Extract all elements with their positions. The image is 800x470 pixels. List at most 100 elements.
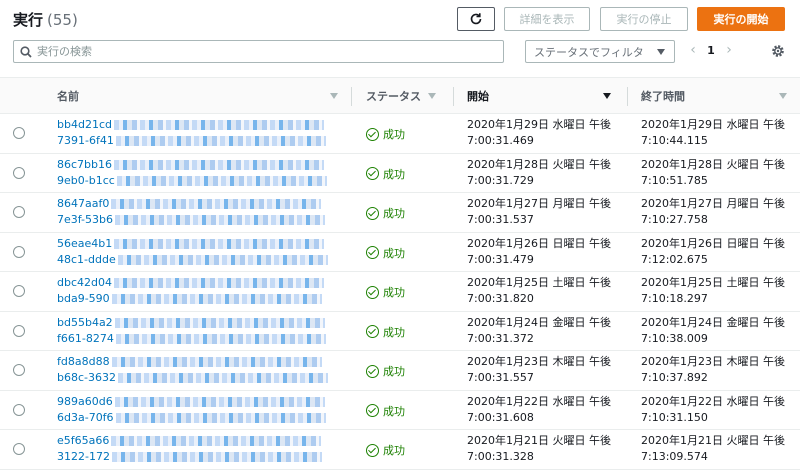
- end-time: 2020年1月23日 木曜日 午後 7:10:37.892: [641, 354, 785, 386]
- end-time: 2020年1月22日 水曜日 午後 7:10:31.150: [641, 394, 785, 426]
- start-clock: 7:00:31.372: [467, 331, 534, 345]
- redacted-text: [111, 357, 322, 367]
- status-badge: 成功: [366, 245, 405, 261]
- start-clock: 7:00:31.557: [467, 371, 534, 384]
- end-clock: 7:10:27.758: [641, 213, 708, 226]
- execution-name-link[interactable]: 989a60d6 6d3a-70f6: [57, 394, 337, 426]
- redacted-text: [114, 278, 324, 288]
- table-row[interactable]: 86c7bb16 9eb0-b1cc 成功 2020年1月28日 火曜日 午後 7:00…: [0, 154, 800, 193]
- row-select-radio[interactable]: [13, 206, 25, 218]
- column-header-name[interactable]: 名前: [57, 78, 350, 114]
- row-select-radio[interactable]: [13, 403, 25, 416]
- end-date: 2020年1月27日 月曜日 午後: [641, 197, 785, 210]
- end-clock: 7:12:02.675: [641, 252, 708, 266]
- execution-name-line1: dbc42d04: [57, 276, 112, 289]
- column-header-end[interactable]: 終了時間: [641, 78, 796, 114]
- check-circle-icon: [366, 325, 379, 338]
- start-clock: 7:00:31.328: [467, 450, 534, 463]
- check-circle-icon: [366, 246, 379, 259]
- table-row[interactable]: dbc42d04 bda9-590 成功 2020年1月25日 土曜日 午後 7:00:…: [0, 272, 800, 312]
- start-clock: 7:00:31.479: [467, 252, 534, 266]
- execution-name-link[interactable]: 8647aaf0 7e3f-53b6: [57, 196, 337, 228]
- check-circle-icon: [366, 404, 379, 417]
- column-status-label: ステータス: [366, 90, 421, 103]
- redacted-text: [114, 159, 325, 170]
- status-text: 成功: [383, 207, 405, 220]
- execution-name-line1: 989a60d6: [57, 394, 113, 408]
- row-select-radio[interactable]: [13, 127, 25, 139]
- end-date: 2020年1月25日 土曜日 午後: [641, 276, 785, 289]
- execution-name-link[interactable]: bd55b4a2 f661-8274: [57, 315, 337, 347]
- start-clock: 7:00:31.820: [467, 292, 534, 305]
- check-circle-icon: [366, 364, 379, 378]
- executions-table: 名前 ステータス 開始 終了時間 bb4d21cd 7391-6f41 成功 2020…: [0, 77, 800, 470]
- next-page-icon[interactable]: ›: [720, 42, 738, 58]
- execution-name-link[interactable]: 56eae4b1 48c1-ddde: [57, 236, 337, 268]
- sort-caret-active-icon: [603, 93, 611, 99]
- execution-name-line1: e5f65a66: [57, 434, 110, 447]
- row-select-radio[interactable]: [13, 443, 25, 455]
- refresh-button[interactable]: [457, 7, 495, 31]
- page-title: 実行 (55): [13, 9, 78, 30]
- column-divider: [351, 87, 352, 106]
- prev-page-icon[interactable]: ‹: [684, 42, 702, 58]
- search-box[interactable]: [13, 40, 504, 63]
- table-row[interactable]: e5f65a66 3122-172 成功 2020年1月21日 火曜日 午後 7:00:…: [0, 430, 800, 470]
- status-filter-select[interactable]: ステータスでフィルタ: [525, 40, 675, 63]
- end-date: 2020年1月24日 金曜日 午後: [641, 315, 785, 329]
- execution-name-line2: b68c-3632: [57, 371, 116, 384]
- table-row[interactable]: bb4d21cd 7391-6f41 成功 2020年1月29日 水曜日 午後 7:00…: [0, 114, 800, 154]
- stop-execution-button[interactable]: 実行の停止: [600, 7, 688, 31]
- row-select-radio[interactable]: [13, 364, 25, 376]
- start-time: 2020年1月24日 金曜日 午後 7:00:31.372: [467, 315, 611, 347]
- execution-name-line2: 9eb0-b1cc: [57, 173, 115, 187]
- execution-name-line1: 8647aaf0: [57, 197, 110, 210]
- start-execution-button[interactable]: 実行の開始: [697, 7, 785, 31]
- search-input[interactable]: [37, 45, 477, 58]
- start-clock: 7:00:31.469: [467, 134, 534, 147]
- end-time: 2020年1月27日 月曜日 午後 7:10:27.758: [641, 196, 785, 228]
- redacted-text: [114, 317, 325, 328]
- start-time: 2020年1月22日 水曜日 午後 7:00:31.608: [467, 394, 611, 426]
- start-date: 2020年1月24日 金曜日 午後: [467, 315, 611, 329]
- status-text: 成功: [383, 365, 405, 378]
- execution-name-line1: 86c7bb16: [57, 157, 113, 171]
- start-date: 2020年1月23日 木曜日 午後: [467, 355, 611, 368]
- sort-caret-icon: [428, 93, 436, 99]
- column-header-start[interactable]: 開始: [467, 78, 617, 114]
- page-title-text: 実行: [13, 11, 44, 29]
- column-header-status[interactable]: ステータス: [366, 78, 466, 114]
- execution-name-link[interactable]: e5f65a66 3122-172: [57, 433, 337, 465]
- row-select-radio[interactable]: [13, 285, 25, 297]
- execution-name-line2: 3122-172: [57, 450, 110, 463]
- table-row[interactable]: 989a60d6 6d3a-70f6 成功 2020年1月22日 水曜日 午後 7:00…: [0, 391, 800, 430]
- start-time: 2020年1月29日 水曜日 午後 7:00:31.469: [467, 117, 611, 149]
- execution-name-line2: bda9-590: [57, 292, 110, 305]
- end-date: 2020年1月28日 火曜日 午後: [641, 157, 785, 171]
- view-details-button[interactable]: 詳細を表示: [504, 7, 590, 31]
- current-page[interactable]: 1: [702, 44, 720, 57]
- redacted-text: [115, 412, 326, 423]
- row-select-radio[interactable]: [13, 324, 25, 337]
- pagination: ‹ 1 ›: [684, 42, 738, 58]
- redacted-text: [114, 238, 325, 249]
- execution-name-link[interactable]: fd8a8d88 b68c-3632: [57, 354, 337, 386]
- start-time: 2020年1月26日 日曜日 午後 7:00:31.479: [467, 236, 611, 268]
- row-select-radio[interactable]: [13, 166, 25, 179]
- execution-name-link[interactable]: 86c7bb16 9eb0-b1cc: [57, 157, 337, 189]
- execution-name-link[interactable]: bb4d21cd 7391-6f41: [57, 117, 337, 149]
- execution-name-link[interactable]: dbc42d04 bda9-590: [57, 275, 337, 307]
- table-body: bb4d21cd 7391-6f41 成功 2020年1月29日 水曜日 午後 7:00…: [0, 114, 800, 470]
- check-circle-icon: [366, 443, 379, 457]
- table-row[interactable]: fd8a8d88 b68c-3632 成功 2020年1月23日 木曜日 午後 7:00…: [0, 351, 800, 391]
- execution-name-line2: f661-8274: [57, 331, 114, 345]
- table-row[interactable]: 8647aaf0 7e3f-53b6 成功 2020年1月27日 月曜日 午後 7:00…: [0, 193, 800, 233]
- table-row[interactable]: 56eae4b1 48c1-ddde 成功 2020年1月26日 日曜日 午後 7:00…: [0, 233, 800, 272]
- end-clock: 7:10:31.150: [641, 410, 708, 424]
- end-time: 2020年1月26日 日曜日 午後 7:12:02.675: [641, 236, 785, 268]
- table-row[interactable]: bd55b4a2 f661-8274 成功 2020年1月24日 金曜日 午後 7:00…: [0, 312, 800, 351]
- row-select-radio[interactable]: [13, 245, 25, 258]
- redacted-text: [114, 215, 325, 225]
- start-date: 2020年1月22日 水曜日 午後: [467, 394, 611, 408]
- gear-icon[interactable]: [770, 43, 786, 59]
